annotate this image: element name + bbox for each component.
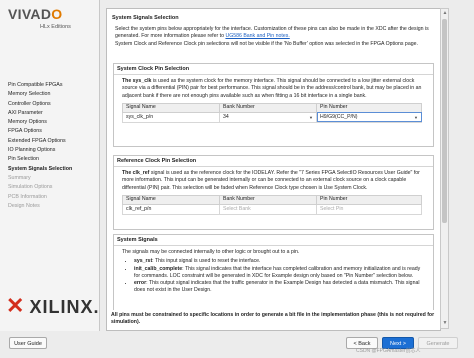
- chevron-down-icon: ▼: [414, 114, 418, 120]
- system-clock-table: Signal Name Bank Number Pin Number sys_c…: [122, 102, 422, 123]
- generate-button[interactable]: Generate: [418, 337, 458, 349]
- sidebar-item-step: PCB Information: [8, 193, 47, 200]
- sidebar-item-step[interactable]: Extended FPGA Options: [8, 137, 72, 146]
- list-item: error: This output signal indicates that…: [134, 280, 425, 295]
- system-clock-group: System Clock Pin Selection The sys_clk i…: [113, 63, 434, 147]
- system-signals-list: sys_rst: This input signal is used to re…: [122, 258, 425, 294]
- reference-clock-desc: The clk_ref signal is used as the refere…: [122, 170, 420, 191]
- system-clock-desc: The sys_clk is used as the system clock …: [122, 78, 422, 99]
- bank-number-select[interactable]: 34 ▼: [219, 111, 317, 123]
- sidebar-item-step: Simulation Options: [8, 184, 53, 191]
- pin-number-select[interactable]: Select Pin: [316, 203, 422, 215]
- reference-clock-group: Reference Clock Pin Selection The clk_re…: [113, 155, 434, 230]
- sidebar-item-step: Design Notes: [8, 202, 40, 209]
- table-row: sys_clk_p/n 34 ▼ H9/G9(CC_P/N) ▼: [122, 111, 422, 123]
- sidebar-item-step: Summary: [8, 174, 31, 181]
- system-signals-group: System Signals The signals may be connec…: [113, 234, 434, 310]
- xilinx-logo: ✕ XILINX.: [6, 293, 100, 318]
- system-signals-desc: The signals may be connected internally …: [122, 249, 300, 255]
- list-item: init_calib_complete: This signal indicat…: [134, 266, 425, 281]
- bank-number-select[interactable]: Select Bank: [219, 203, 317, 215]
- signal-name-cell: sys_clk_p/n: [122, 111, 220, 123]
- ug586-link[interactable]: UG586 Bank and Pin notes.: [225, 33, 289, 39]
- sidebar-item-step[interactable]: System Signals Selection: [8, 165, 72, 174]
- sidebar-item-step[interactable]: Pin Compatible FPGAs: [8, 81, 72, 90]
- list-item: sys_rst: This input signal is used to re…: [134, 258, 425, 265]
- vivado-edition: HLx Editions: [40, 24, 71, 30]
- user-guide-button[interactable]: User Guide: [9, 337, 47, 349]
- sidebar-item-step[interactable]: AXI Parameter: [8, 109, 72, 118]
- table-row: clk_ref_p/n Select Bank Select Pin: [122, 203, 422, 215]
- signal-name-cell: clk_ref_p/n: [122, 203, 220, 215]
- chevron-down-icon: ▼: [309, 114, 313, 120]
- sidebar-item-step[interactable]: Memory Options: [8, 118, 72, 127]
- system-signals-title: System Signals: [114, 235, 433, 246]
- pin-number-select[interactable]: H9/G9(CC_P/N) ▼: [316, 111, 422, 123]
- watermark: CSDN @FPGAmaster创芯人: [356, 348, 421, 354]
- page-title: System Signals Selection: [112, 15, 179, 21]
- sidebar-item-step[interactable]: IO Planning Options: [8, 146, 72, 155]
- sidebar-item-step[interactable]: Pin Selection: [8, 155, 72, 164]
- scrollbar-thumb[interactable]: [442, 19, 447, 223]
- reference-clock-title: Reference Clock Pin Selection: [114, 156, 433, 167]
- sidebar-item-step[interactable]: Controller Options: [8, 100, 72, 109]
- wizard-sidebar: VIVADO HLx Editions Pin Compatible FPGAs…: [0, 0, 100, 331]
- system-clock-title: System Clock Pin Selection: [114, 64, 433, 75]
- scroll-down-icon[interactable]: ▼: [442, 320, 448, 327]
- sidebar-item-step[interactable]: Memory Selection: [8, 90, 72, 99]
- constraint-note: All pins must be constrained to specific…: [111, 312, 435, 325]
- vivado-logo: VIVADO: [8, 6, 63, 22]
- step-list: Pin Compatible FPGAs Memory Selection Cont…: [8, 81, 72, 211]
- sidebar-item-step[interactable]: FPGA Options: [8, 127, 72, 136]
- reference-clock-table: Signal Name Bank Number Pin Number clk_r…: [122, 194, 422, 215]
- content-scrollbar[interactable]: ▲ ▼: [440, 8, 449, 329]
- content-pane: System Signals Selection Select the syst…: [106, 8, 441, 331]
- intro-text: Select the system pins below appropriate…: [115, 26, 429, 47]
- scroll-up-icon[interactable]: ▲: [442, 10, 448, 17]
